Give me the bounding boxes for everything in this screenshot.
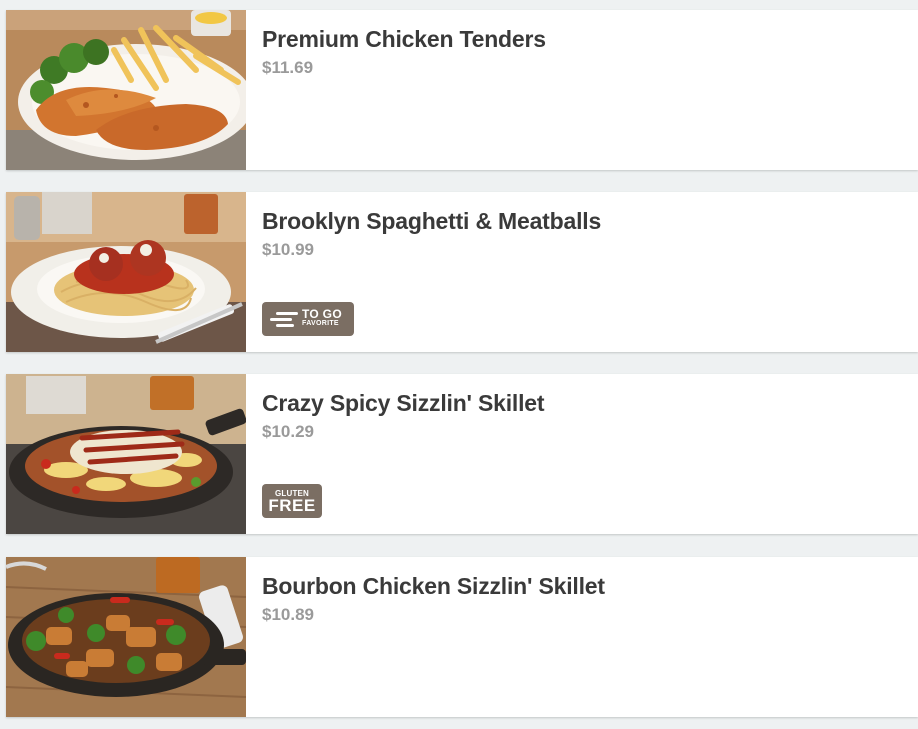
- menu-item-name[interactable]: Brooklyn Spaghetti & Meatballs: [262, 206, 918, 236]
- menu-item-card[interactable]: Bourbon Chicken Sizzlin' Skillet $10.89: [6, 557, 918, 717]
- menu-item-info: Crazy Spicy Sizzlin' Skillet $10.29 GLUT…: [246, 374, 918, 534]
- menu-item-info: Brooklyn Spaghetti & Meatballs $10.99 TO…: [246, 192, 918, 352]
- menu-item-price: $10.89: [262, 605, 314, 624]
- spaghetti-meatballs-photo[interactable]: [6, 192, 246, 352]
- menu-item-info: Bourbon Chicken Sizzlin' Skillet $10.89: [246, 557, 918, 717]
- menu-item-info: Premium Chicken Tenders $11.69: [246, 10, 918, 170]
- badge-line1: TO GO: [302, 307, 342, 321]
- menu-item-name[interactable]: Bourbon Chicken Sizzlin' Skillet: [262, 571, 918, 601]
- badge-line2: FAVORITE: [302, 320, 339, 327]
- menu-item-price: $10.29: [262, 422, 314, 441]
- gluten-free-badge: GLUTEN FREE: [262, 484, 322, 518]
- menu-item-card[interactable]: Crazy Spicy Sizzlin' Skillet $10.29 GLUT…: [6, 374, 918, 534]
- menu-item-price: $10.99: [262, 240, 314, 259]
- menu-item-name[interactable]: Crazy Spicy Sizzlin' Skillet: [262, 388, 918, 418]
- to-go-icon: [270, 309, 298, 329]
- bourbon-skillet-photo[interactable]: [6, 557, 246, 717]
- chicken-tenders-photo[interactable]: [6, 10, 246, 170]
- menu-item-card[interactable]: Brooklyn Spaghetti & Meatballs $10.99 TO…: [6, 192, 918, 352]
- badge-line2: FREE: [268, 495, 316, 515]
- to-go-favorite-badge: TO GO FAVORITE: [262, 302, 354, 336]
- spicy-skillet-photo[interactable]: [6, 374, 246, 534]
- menu-item-card[interactable]: Premium Chicken Tenders $11.69: [6, 10, 918, 170]
- menu-item-name[interactable]: Premium Chicken Tenders: [262, 24, 918, 54]
- menu-item-price: $11.69: [262, 58, 314, 77]
- menu-item-list: Premium Chicken Tenders $11.69 Brooklyn …: [0, 0, 918, 729]
